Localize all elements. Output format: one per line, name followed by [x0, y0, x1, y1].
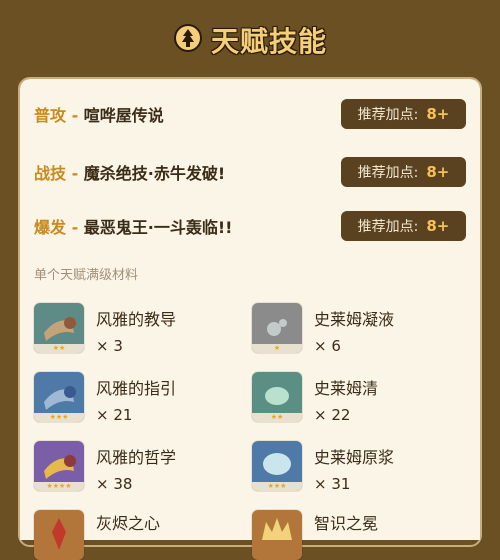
page-header: 天赋技能: [0, 0, 500, 80]
rec-label: 推荐加点:: [357, 219, 419, 235]
talent-name: 喧哗屋传说: [83, 106, 164, 125]
material-count: × 3: [96, 337, 123, 355]
material-name: 史莱姆原浆: [314, 448, 395, 467]
talent-name: 最恶鬼王·一斗轰临!!: [83, 218, 233, 237]
talent-type: 爆发: [34, 218, 67, 237]
material-count: × 38: [96, 475, 133, 493]
material-item[interactable]: ★★ 史莱姆清 × 22: [252, 372, 378, 424]
teachings-book-icon: ★★: [34, 303, 84, 353]
recommended-level-badge: 推荐加点: 8+: [341, 99, 466, 129]
materials-title: 单个天赋满级材料: [34, 268, 139, 283]
rarity-stars: ★★: [34, 344, 84, 353]
talent-name: 魔杀绝技·赤牛发破!: [83, 164, 226, 183]
crown-of-insight-icon: [252, 510, 302, 560]
material-name: 风雅的教导: [96, 310, 177, 329]
rarity-stars: ★★★: [34, 413, 84, 422]
material-item[interactable]: 智识之冕: [252, 510, 378, 560]
talent-separator: -: [66, 218, 84, 237]
talent-emblem-icon: [173, 23, 203, 57]
recommended-level-badge: 推荐加点: 8+: [341, 211, 466, 241]
material-name: 智识之冕: [314, 514, 379, 533]
rarity-stars: ★★: [252, 413, 302, 422]
material-count: × 22: [314, 406, 351, 424]
material-name: 史莱姆清: [314, 379, 379, 398]
talent-text: 爆发 - 最恶鬼王·一斗轰临!!: [34, 214, 232, 238]
material-item[interactable]: 灰烬之心: [34, 510, 160, 560]
slime-condensate-icon: ★: [252, 303, 302, 353]
rec-value: 8+: [426, 217, 450, 235]
material-item[interactable]: ★★ 风雅的教导 × 3: [34, 303, 176, 355]
rec-value: 8+: [426, 105, 450, 123]
material-name: 史莱姆凝液: [314, 310, 395, 329]
material-name: 风雅的指引: [96, 379, 177, 398]
material-item[interactable]: ★★★ 风雅的指引 × 21: [34, 372, 176, 424]
material-name: 灰烬之心: [96, 514, 161, 533]
ashen-heart-icon: [34, 510, 84, 560]
rec-value: 8+: [426, 163, 450, 181]
talent-row-normal-attack: 普攻 - 喧哗屋传说 推荐加点: 8+: [20, 79, 480, 145]
material-count: × 31: [314, 475, 351, 493]
material-item[interactable]: ★★★ 史莱姆原浆 × 31: [252, 441, 394, 493]
rec-label: 推荐加点:: [357, 165, 419, 181]
recommended-level-badge: 推荐加点: 8+: [341, 157, 466, 187]
talent-text: 普攻 - 喧哗屋传说: [34, 102, 164, 126]
materials-section: 单个天赋满级材料 ★★ 风雅的教导 × 3 ★ 史莱姆凝液 × 6 ★★★ 风雅…: [20, 250, 480, 560]
rarity-stars: ★★★★: [34, 482, 84, 491]
page-title: 天赋技能: [210, 25, 327, 58]
talent-type: 战技: [34, 164, 67, 183]
talent-text: 战技 - 魔杀绝技·赤牛发破!: [34, 160, 225, 184]
guide-book-icon: ★★★: [34, 372, 84, 422]
material-item[interactable]: ★★★★ 风雅的哲学 × 38: [34, 441, 176, 493]
slime-secretions-icon: ★★: [252, 372, 302, 422]
material-name: 风雅的哲学: [96, 448, 177, 467]
rarity-stars: ★★★: [252, 482, 302, 491]
talent-list: 普攻 - 喧哗屋传说 推荐加点: 8+ 战技 - 魔杀绝技·赤牛发破! 推荐加点…: [20, 79, 480, 253]
talent-row-burst: 爆发 - 最恶鬼王·一斗轰临!! 推荐加点: 8+: [20, 199, 480, 253]
material-item[interactable]: ★ 史莱姆凝液 × 6: [252, 303, 394, 355]
rarity-stars: ★: [252, 344, 302, 353]
material-count: × 6: [314, 337, 341, 355]
material-count: × 21: [96, 406, 133, 424]
talent-separator: -: [66, 106, 84, 125]
talent-row-skill: 战技 - 魔杀绝技·赤牛发破! 推荐加点: 8+: [20, 145, 480, 199]
talent-separator: -: [66, 164, 84, 183]
slime-concentrate-icon: ★★★: [252, 441, 302, 491]
philosophies-book-icon: ★★★★: [34, 441, 84, 491]
rec-label: 推荐加点:: [357, 107, 419, 123]
talent-type: 普攻: [34, 106, 67, 125]
